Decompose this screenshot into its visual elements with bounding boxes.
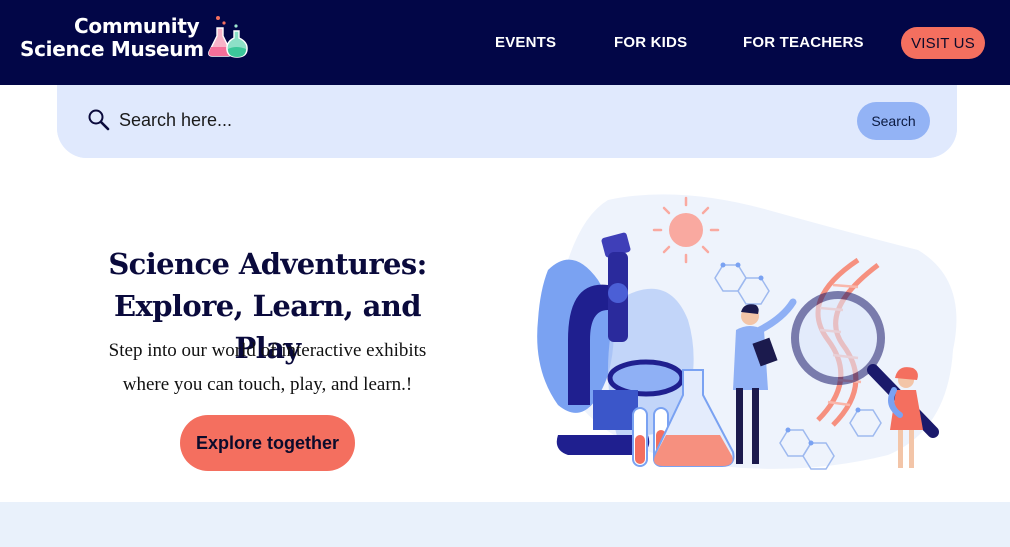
hero-description: Step into our world of interactive exhib… bbox=[80, 334, 455, 402]
nav-for-kids-link[interactable]: FOR KIDS bbox=[614, 34, 687, 51]
nav-for-teachers-link[interactable]: FOR TEACHERS bbox=[743, 34, 864, 51]
site-header: Community Science Museum EVENTS FOR KIDS… bbox=[0, 0, 1010, 85]
hero-text-line1: Step into our world of interactive exhib… bbox=[108, 340, 427, 361]
search-bar: Search bbox=[57, 85, 957, 158]
search-button[interactable]: Search bbox=[857, 102, 930, 140]
visit-us-button[interactable]: VISIT US bbox=[901, 27, 985, 59]
search-input[interactable] bbox=[119, 105, 819, 135]
magnifier-icon bbox=[88, 109, 110, 131]
hero-title-line1: Science Adventures: bbox=[108, 247, 427, 281]
scientists-microscope-dna-illustration bbox=[537, 194, 957, 470]
logo-text-line1: Community bbox=[74, 14, 200, 38]
hero-text-line2: where you can touch, play, and learn.! bbox=[122, 374, 413, 395]
logo-text-line2: Science Museum bbox=[20, 37, 204, 61]
explore-together-button[interactable]: Explore together bbox=[180, 415, 355, 471]
nav-events-link[interactable]: EVENTS bbox=[495, 34, 556, 51]
bottom-section-band bbox=[0, 502, 1010, 547]
flasks-icon bbox=[208, 16, 248, 58]
